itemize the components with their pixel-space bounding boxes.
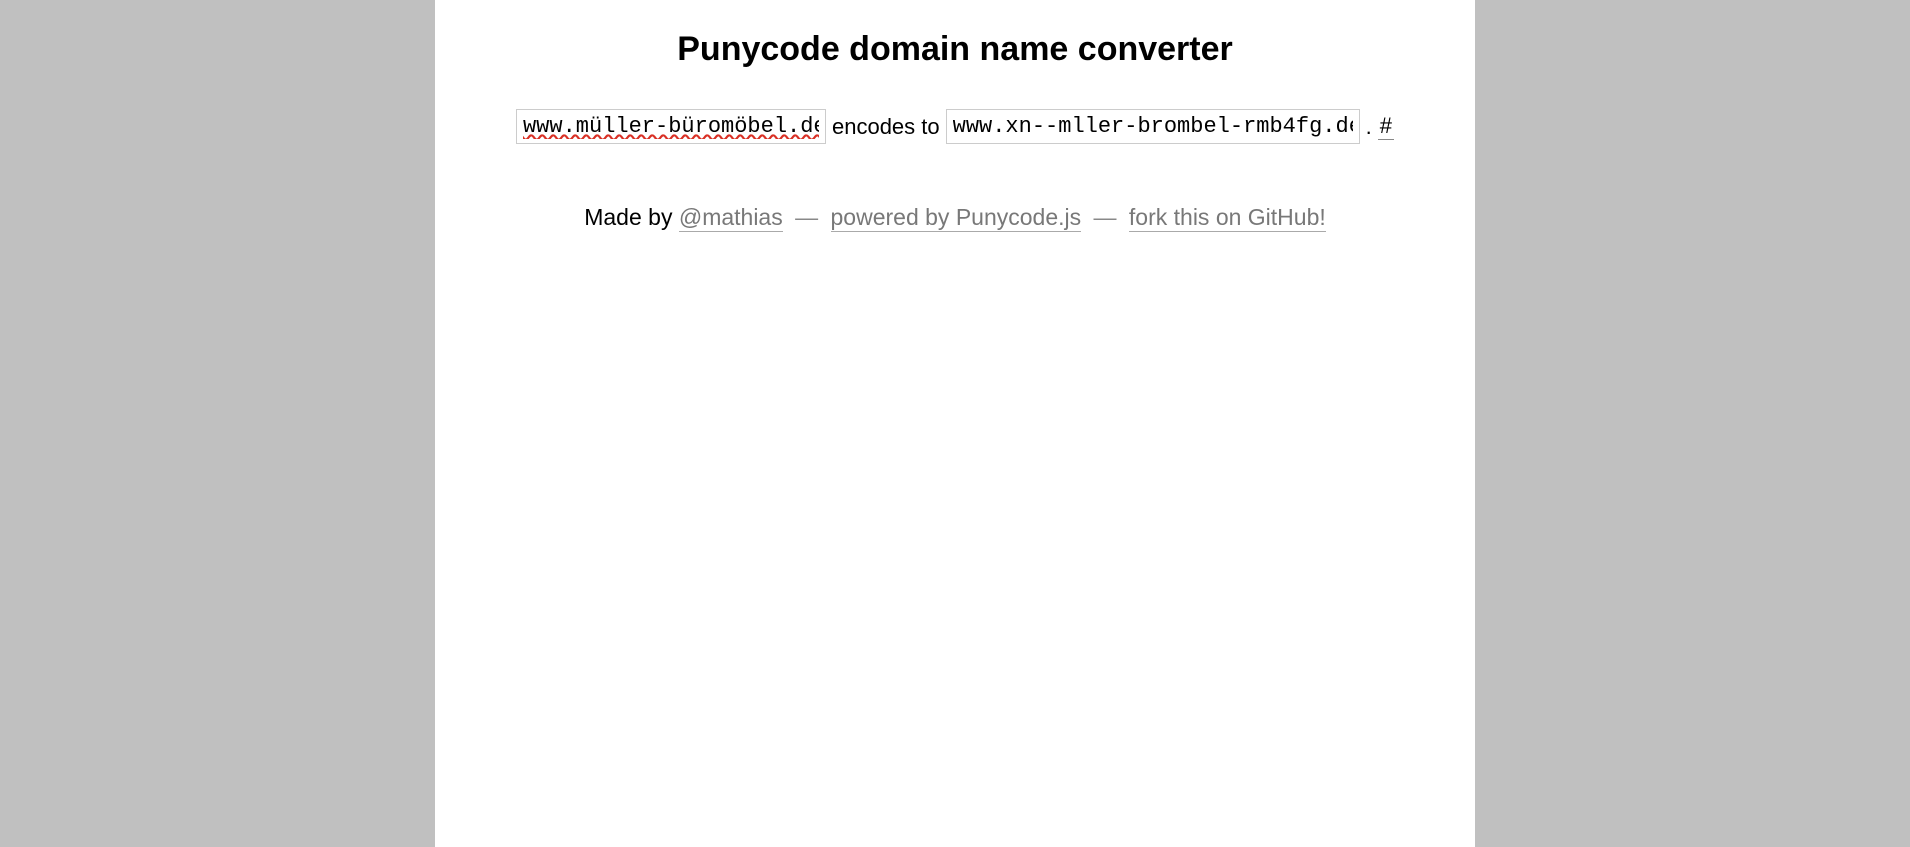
decoded-input[interactable] (516, 109, 826, 144)
footer: Made by @mathias — powered by Punycode.j… (435, 204, 1475, 231)
powered-by-link[interactable]: powered by Punycode.js (831, 204, 1082, 232)
separator: — (795, 204, 824, 230)
separator: — (1094, 204, 1123, 230)
encodes-to-label: encodes to (832, 114, 940, 140)
page-title: Punycode domain name converter (435, 30, 1475, 69)
permalink[interactable]: # (1378, 113, 1394, 140)
author-link[interactable]: @mathias (679, 204, 783, 232)
trailing-dot: . (1366, 114, 1372, 140)
encoded-input[interactable] (946, 109, 1360, 144)
page-container: Punycode domain name converter encodes t… (435, 0, 1475, 847)
made-by-label: Made by (584, 204, 679, 230)
fork-link[interactable]: fork this on GitHub! (1129, 204, 1326, 232)
converter-row: encodes to . # (435, 109, 1475, 144)
